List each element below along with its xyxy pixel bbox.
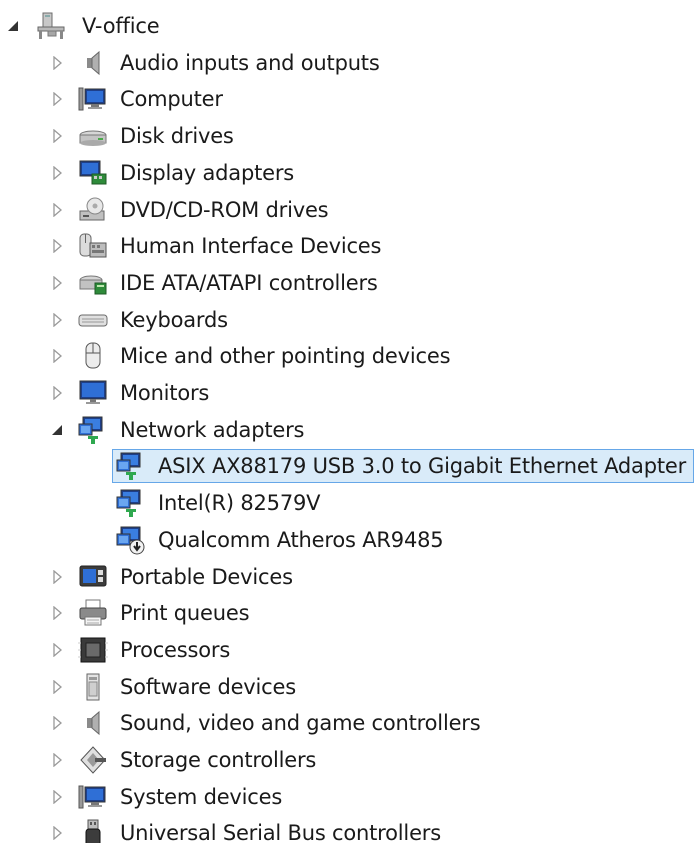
- expand-arrow-icon[interactable]: [50, 129, 64, 144]
- mouse-icon: [78, 341, 108, 371]
- portable-device-icon: [78, 562, 108, 592]
- tree-item-label: Processors: [120, 637, 231, 662]
- tree-item-computer[interactable]: Computer: [0, 81, 697, 118]
- tree-item-portable-devices[interactable]: Portable Devices: [0, 559, 697, 596]
- tree-item-audio-inputs-and-outputs[interactable]: Audio inputs and outputs: [0, 45, 697, 82]
- speaker-icon: [78, 48, 108, 78]
- tree-item-keyboards[interactable]: Keyboards: [0, 302, 697, 339]
- tree-item-label: System devices: [120, 784, 283, 809]
- tree-item-disk-drives[interactable]: Disk drives: [0, 118, 697, 155]
- tree-item-label: Sound, video and game controllers: [120, 711, 481, 736]
- tree-item-network-adapters[interactable]: Network adapters: [0, 412, 697, 449]
- expand-arrow-icon[interactable]: [50, 642, 64, 657]
- tree-item-software-devices[interactable]: Software devices: [0, 669, 697, 706]
- tree-item-display-adapters[interactable]: Display adapters: [0, 155, 697, 192]
- expand-arrow-icon[interactable]: [50, 239, 64, 254]
- tree-item-label: Storage controllers: [120, 748, 317, 772]
- tree-item-label: Display adapters: [120, 160, 295, 185]
- expand-arrow-icon[interactable]: [50, 716, 64, 731]
- speaker-icon: [78, 708, 108, 738]
- tree-item-label: Disk drives: [120, 124, 234, 149]
- expand-arrow-icon[interactable]: [50, 165, 64, 180]
- expand-arrow-icon[interactable]: [50, 312, 64, 327]
- tree-item-label: Monitors: [120, 381, 210, 405]
- software-device-icon: [78, 672, 108, 702]
- expand-arrow-icon[interactable]: [50, 569, 64, 584]
- tree-item-label: Qualcomm Atheros AR9485: [158, 527, 444, 552]
- tree-device-qualcomm-atheros-ar9485[interactable]: Qualcomm Atheros AR9485: [0, 522, 697, 559]
- expand-arrow-icon[interactable]: [50, 92, 64, 107]
- expand-arrow-icon[interactable]: [50, 753, 64, 767]
- tree-root-v-office[interactable]: V-office: [0, 8, 697, 45]
- tree-item-mice-and-other-pointing-devices[interactable]: Mice and other pointing devices: [0, 338, 697, 375]
- tree-item-label: Human Interface Devices: [120, 234, 382, 259]
- hid-icon: [78, 231, 108, 261]
- computer-desk-icon: [36, 11, 66, 41]
- network-adapter-icon: [116, 451, 146, 481]
- tree-item-label: Software devices: [120, 674, 296, 699]
- expand-arrow-icon[interactable]: [50, 275, 64, 290]
- network-adapter-icon: [78, 415, 108, 445]
- tree-item-label: Computer: [120, 87, 223, 112]
- computer-icon: [78, 84, 108, 114]
- disk-drive-icon: [78, 121, 108, 151]
- tree-item-system-devices[interactable]: System devices: [0, 779, 697, 816]
- expand-arrow-icon[interactable]: [50, 349, 64, 364]
- expand-arrow-icon[interactable]: [50, 386, 64, 400]
- network-adapter-warning-icon: [116, 525, 146, 555]
- expand-arrow-icon[interactable]: [50, 789, 64, 804]
- tree-item-label: Print queues: [120, 601, 250, 626]
- ide-controller-icon: [78, 268, 108, 298]
- printer-icon: [78, 598, 108, 628]
- tree-item-human-interface-devices[interactable]: Human Interface Devices: [0, 228, 697, 265]
- network-adapter-icon: [116, 488, 146, 518]
- tree-item-monitors[interactable]: Monitors: [0, 375, 697, 412]
- storage-controller-icon: [78, 745, 108, 775]
- tree-item-print-queues[interactable]: Print queues: [0, 595, 697, 632]
- dvd-drive-icon: [78, 195, 108, 225]
- collapse-arrow-icon[interactable]: [6, 19, 20, 33]
- tree-item-label: Universal Serial Bus controllers: [120, 821, 441, 843]
- tree-device-intel-r-82579v[interactable]: Intel(R) 82579V: [0, 485, 697, 522]
- tree-device-asix-ax88179-usb-3-0-to-gigabit-ethernet-adapter[interactable]: ASIX AX88179 USB 3.0 to Gigabit Ethernet…: [0, 448, 697, 485]
- collapse-arrow-icon[interactable]: [50, 423, 64, 437]
- expand-arrow-icon[interactable]: [50, 202, 64, 217]
- expand-arrow-icon[interactable]: [50, 679, 64, 694]
- expand-arrow-icon[interactable]: [50, 55, 64, 70]
- device-tree: V-office Audio inputs and outputs Computer…: [0, 0, 697, 843]
- tree-item-label: Audio inputs and outputs: [120, 50, 380, 75]
- system-device-icon: [78, 782, 108, 812]
- tree-item-label: Keyboards: [120, 307, 228, 332]
- tree-item-label: IDE ATA/ATAPI controllers: [120, 270, 378, 295]
- tree-item-label: DVD/CD-ROM drives: [120, 197, 329, 222]
- tree-item-dvd-cd-rom-drives[interactable]: DVD/CD-ROM drives: [0, 192, 697, 229]
- display-adapter-icon: [78, 158, 108, 188]
- tree-item-storage-controllers[interactable]: Storage controllers: [0, 742, 697, 779]
- tree-item-ide-ata-atapi-controllers[interactable]: IDE ATA/ATAPI controllers: [0, 265, 697, 302]
- tree-item-label: Intel(R) 82579V: [158, 491, 321, 516]
- tree-item-label: Network adapters: [120, 417, 305, 442]
- tree-item-processors[interactable]: Processors: [0, 632, 697, 669]
- processor-icon: [78, 635, 108, 665]
- tree-item-label: Mice and other pointing devices: [120, 344, 451, 369]
- keyboard-icon: [78, 305, 108, 335]
- monitor-icon: [78, 378, 108, 408]
- tree-item-sound-video-and-game-controllers[interactable]: Sound, video and game controllers: [0, 705, 697, 742]
- expand-arrow-icon[interactable]: [50, 606, 64, 621]
- tree-item-label: ASIX AX88179 USB 3.0 to Gigabit Ethernet…: [158, 454, 687, 479]
- tree-item-universal-serial-bus-controllers[interactable]: Universal Serial Bus controllers: [0, 815, 697, 843]
- expand-arrow-icon[interactable]: [50, 826, 64, 841]
- tree-item-label: Portable Devices: [120, 564, 293, 589]
- usb-icon: [78, 818, 108, 843]
- tree-item-label: V-office: [82, 14, 160, 38]
